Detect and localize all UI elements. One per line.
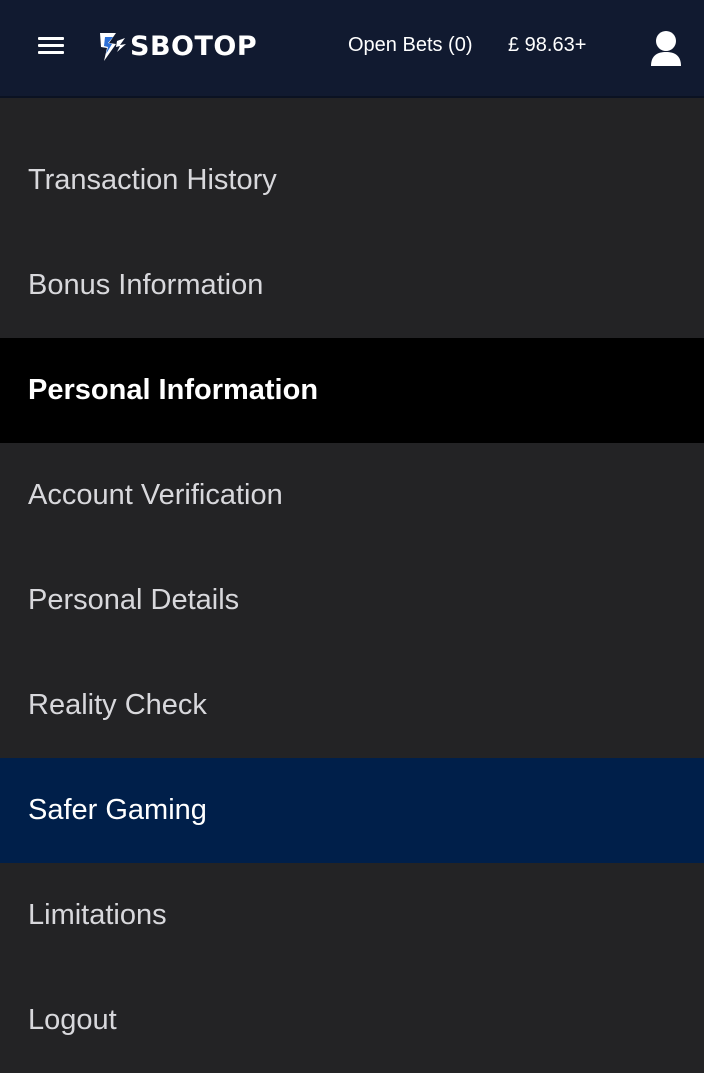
hamburger-menu-icon[interactable] — [38, 34, 64, 56]
menu-item-limitations[interactable]: Limitations — [0, 863, 704, 968]
user-profile-icon[interactable] — [648, 28, 684, 68]
top-bar: SBOTOP Open Bets (0) £ 98.63+ — [0, 0, 704, 96]
menu-item-personal-information[interactable]: Personal Information — [0, 338, 704, 443]
menu-item-safer-gaming[interactable]: Safer Gaming — [0, 758, 704, 863]
account-balance[interactable]: £ 98.63+ — [508, 34, 586, 57]
menu-item-account-verification[interactable]: Account Verification — [0, 443, 704, 548]
menu-item-transaction-history[interactable]: Transaction History — [0, 128, 704, 233]
brand-logo[interactable]: SBOTOP — [96, 28, 257, 64]
menu-item-personal-details[interactable]: Personal Details — [0, 548, 704, 653]
account-menu: Transaction History Bonus Information Pe… — [0, 128, 704, 1073]
brand-name: SBOTOP — [130, 30, 258, 62]
sbotop-logo-icon — [100, 33, 126, 61]
menu-item-bonus-information[interactable]: Bonus Information — [0, 233, 704, 338]
menu-item-reality-check[interactable]: Reality Check — [0, 653, 704, 758]
open-bets-link[interactable]: Open Bets (0) — [348, 34, 473, 57]
menu-item-logout[interactable]: Logout — [0, 968, 704, 1073]
